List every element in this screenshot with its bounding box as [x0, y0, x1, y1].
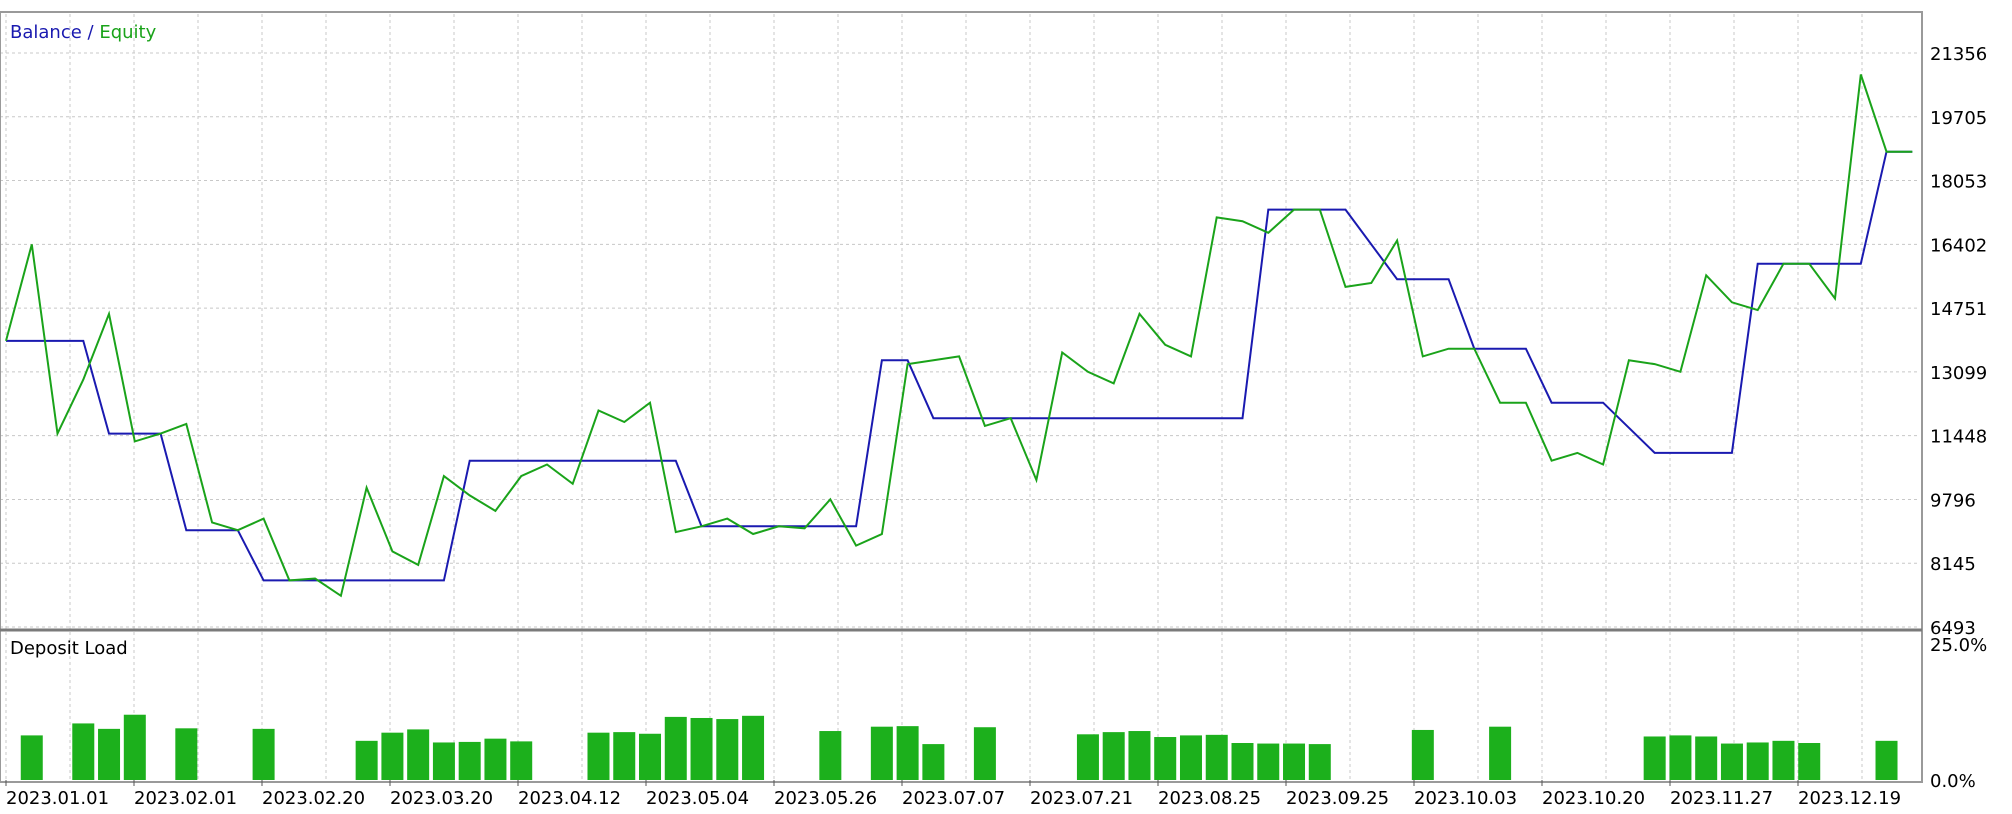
y-tick-label: 11448	[1930, 427, 1987, 448]
deposit-load-bar	[922, 744, 945, 780]
deposit-load-bar	[896, 726, 919, 780]
x-tick-label: 2023.07.21	[1030, 788, 1133, 809]
deposit-load-bar	[1798, 743, 1821, 780]
x-tick-label: 2023.08.25	[1158, 788, 1261, 809]
deposit-load-bar	[510, 741, 533, 780]
deposit-load-title: Deposit Load	[10, 638, 128, 659]
x-tick-label: 2023.04.12	[518, 788, 621, 809]
deposit-load-bar	[355, 740, 378, 780]
deposit-load-bar	[1772, 740, 1795, 780]
gridlines	[0, 14, 1920, 780]
deposit-load-bar	[716, 719, 739, 780]
deposit-load-bar	[72, 723, 95, 780]
y-tick-label: 21356	[1930, 44, 1987, 65]
deposit-load-bar	[742, 715, 765, 780]
balance-line	[6, 150, 1913, 582]
deposit-load-bar	[1179, 735, 1202, 780]
deposit-load-bar	[1489, 726, 1512, 780]
legend: Balance / Equity	[10, 22, 157, 43]
deposit-load-bar	[1643, 736, 1666, 780]
x-tick-label: 2023.10.03	[1414, 788, 1517, 809]
deposit-load-bar	[1128, 731, 1151, 780]
x-tick-label: 2023.09.25	[1286, 788, 1389, 809]
deposit-load-tick-label: 0.0%	[1930, 771, 1976, 792]
deposit-load-bar	[1076, 734, 1099, 780]
deposit-load-bar	[1102, 732, 1125, 780]
x-tick-label: 2023.11.27	[1670, 788, 1773, 809]
y-tick-label: 18053	[1930, 172, 1987, 193]
x-tick-label: 2023.12.19	[1798, 788, 1901, 809]
deposit-load-bar	[819, 731, 842, 780]
deposit-load-bar	[98, 728, 121, 780]
deposit-load-bar	[1746, 742, 1769, 780]
chart-canvas: 21356 19705 18053 16402 14751 13099 11448 9796 8…	[0, 11, 1987, 809]
deposit-load-bar	[973, 727, 996, 780]
deposit-load-tick-label: 25.0%	[1930, 635, 1987, 656]
legend-separator: /	[88, 22, 95, 43]
y-tick-label: 19705	[1930, 108, 1987, 129]
deposit-load-bar	[1154, 737, 1177, 780]
y-axis-ticks: 21356 19705 18053 16402 14751 13099 11448 9796 8…	[1930, 44, 1987, 639]
deposit-load-bar	[1283, 743, 1306, 780]
x-tick-label: 2023.02.20	[262, 788, 365, 809]
x-tick-label: 2023.03.20	[390, 788, 493, 809]
x-tick-label: 2023.07.07	[902, 788, 1005, 809]
y-tick-label: 9796	[1930, 490, 1976, 511]
deposit-load-bar	[1695, 736, 1718, 780]
x-tick-label: 2023.05.26	[774, 788, 877, 809]
deposit-load-bar	[1411, 729, 1434, 780]
x-tick-label: 2023.02.01	[134, 788, 237, 809]
chart-frame	[0, 11, 1923, 783]
deposit-load-bar	[20, 735, 43, 780]
legend-balance: Balance	[10, 22, 82, 43]
equity-line	[5, 74, 1913, 598]
x-tick-label: 2023.10.20	[1542, 788, 1645, 809]
deposit-load-bar	[484, 738, 507, 780]
y-tick-label: 16402	[1930, 235, 1987, 256]
deposit-load-bar	[432, 742, 455, 780]
deposit-load-bar	[1231, 743, 1254, 780]
deposit-load-bar	[587, 732, 610, 780]
deposit-load-bar	[407, 729, 430, 780]
deposit-load-bar	[1205, 734, 1228, 780]
deposit-load-bar	[639, 733, 662, 780]
deposit-load-bar	[458, 741, 481, 780]
deposit-load-bar	[1875, 740, 1898, 780]
y-tick-label: 8145	[1930, 554, 1976, 575]
deposit-load-bar	[252, 728, 275, 780]
deposit-load-bar	[1257, 743, 1280, 780]
deposit-load-bar	[123, 714, 146, 780]
x-axis-ticks: 2023.01.01 2023.02.01 2023.02.20 2023.03.20…	[5, 780, 1901, 809]
deposit-load-bars	[20, 714, 1898, 780]
strategy-tester-graph: 21356 19705 18053 16402 14751 13099 11448 9796 8…	[0, 0, 2012, 814]
y-tick-label: 13099	[1930, 363, 1987, 384]
legend-equity: Equity	[99, 22, 156, 43]
x-tick-label: 2023.05.04	[646, 788, 749, 809]
deposit-load-bar	[1308, 744, 1331, 780]
x-tick-label: 2023.01.01	[6, 788, 109, 809]
deposit-load-bar	[664, 716, 687, 780]
y-tick-label: 14751	[1930, 299, 1987, 320]
deposit-load-bar	[1669, 735, 1692, 780]
deposit-load-bar	[690, 717, 713, 780]
deposit-load-bar	[870, 726, 893, 780]
deposit-load-bar	[1720, 743, 1743, 780]
deposit-load-bar	[175, 728, 198, 780]
deposit-load-bar	[613, 732, 636, 780]
deposit-load-y-ticks: 25.0% 0.0%	[1930, 635, 1987, 792]
deposit-load-bar	[381, 732, 404, 780]
